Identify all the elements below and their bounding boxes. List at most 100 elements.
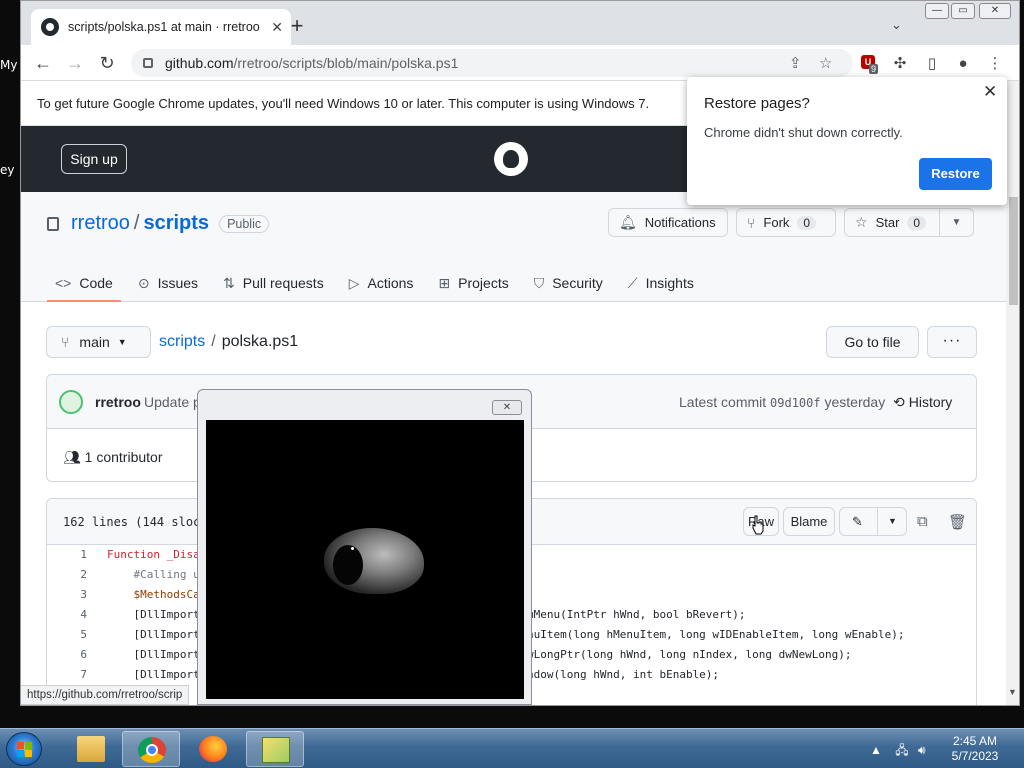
blame-button[interactable]: Blame <box>783 507 835 536</box>
tab-issues[interactable]: ⊙ Issues <box>130 264 206 302</box>
breadcrumb-folder-link[interactable]: scripts <box>159 333 205 350</box>
new-tab-button[interactable]: + <box>283 12 311 40</box>
network-icon[interactable]: 🖧︎ <box>895 743 908 757</box>
browser-tab[interactable]: scripts/polska.ps1 at main · rretroo ✕ <box>31 9 291 45</box>
scroll-down-arrow-icon[interactable]: ▼ <box>1008 687 1017 697</box>
tab-code[interactable]: <> Code <box>47 264 121 302</box>
maximize-button[interactable]: ▭ <box>951 3 975 19</box>
breadcrumb-separator: / <box>211 333 216 350</box>
restore-pages-dialog: Restore pages? Chrome didn't shut down c… <box>687 77 1007 205</box>
tab-title: scripts/polska.ps1 at main · rretroo <box>68 20 260 34</box>
bell-icon: 🔔︎ <box>619 214 637 230</box>
show-hidden-icons-icon[interactable]: ▲ <box>870 743 882 757</box>
line-number[interactable]: 5 <box>47 625 87 645</box>
github-favicon-icon <box>41 18 59 36</box>
firefox-icon <box>199 736 227 762</box>
commit-message[interactable]: Update p <box>144 394 201 410</box>
taskbar-app-active[interactable] <box>246 731 304 767</box>
visibility-badge: Public <box>219 214 270 233</box>
line-number[interactable]: 2 <box>47 565 87 585</box>
history-link[interactable]: ⟲ History <box>893 394 952 411</box>
floating-video-window[interactable]: ✕ <box>197 389 532 705</box>
line-number[interactable]: 7 <box>47 665 87 685</box>
shield-icon: ⛉ <box>533 274 545 291</box>
address-bar[interactable]: github.com/rretroo/scripts/blob/main/pol… <box>131 49 853 77</box>
tab-security[interactable]: ⛉ Security <box>526 264 611 302</box>
bookmark-star-icon[interactable]: ☆ <box>819 54 832 72</box>
line-number[interactable]: 4 <box>47 605 87 625</box>
trash-icon[interactable]: 🗑︎ <box>948 513 967 531</box>
tab-actions[interactable]: ▷ Actions <box>341 264 422 302</box>
tab-close-icon[interactable]: ✕ <box>271 19 283 36</box>
tab-insights[interactable]: ⟋ Insights <box>620 264 702 302</box>
github-logo-icon[interactable] <box>494 142 528 176</box>
copy-icon[interactable]: ⧉ <box>917 513 928 530</box>
minimize-button[interactable]: — <box>925 3 949 19</box>
extension-badge: 9 <box>869 64 879 74</box>
edit-button-group[interactable]: ✎ ▼ <box>839 507 907 536</box>
start-button[interactable] <box>6 732 42 766</box>
chevron-down-icon: ▼ <box>117 337 127 347</box>
tab-projects[interactable]: ⊞ Projects <box>430 264 516 302</box>
window-close-button[interactable]: ✕ <box>979 3 1011 19</box>
close-icon[interactable]: ✕ <box>983 82 997 102</box>
restore-button[interactable]: Restore <box>919 158 992 190</box>
taskbar-explorer[interactable] <box>62 731 120 767</box>
pencil-icon[interactable]: ✎ <box>852 508 863 535</box>
scrollbar-thumb[interactable] <box>1009 197 1018 305</box>
sign-up-button[interactable]: Sign up <box>61 144 127 174</box>
repo-title-separator: / <box>133 212 140 234</box>
back-arrow-icon[interactable]: ← <box>31 51 55 75</box>
branch-selector[interactable]: ⑂ main ▼ <box>46 326 151 358</box>
hand-cursor-icon <box>752 515 764 535</box>
share-icon[interactable]: ⇪ <box>789 54 802 72</box>
star-button[interactable]: ☆ Star 0 ▼ <box>844 208 974 237</box>
fork-icon: ⑂ <box>747 214 756 231</box>
profile-avatar-icon[interactable]: ● <box>952 53 974 75</box>
close-icon[interactable]: ✕ <box>492 400 522 415</box>
line-number[interactable]: 1 <box>47 545 87 565</box>
page-scrollbar[interactable]: ▼ <box>1006 81 1019 705</box>
contributors-link[interactable]: 👥︎ 1 contributor <box>63 449 163 466</box>
forward-arrow-icon[interactable]: → <box>63 51 87 75</box>
line-number[interactable]: 3 <box>47 585 87 605</box>
notifications-button[interactable]: 🔔︎ Notifications <box>608 208 728 237</box>
edit-dropdown-chevron-icon[interactable]: ▼ <box>877 508 907 535</box>
code-text: [DllImport <box>107 628 200 641</box>
code-text: mMenu(IntPtr hWnd, bool bRevert); <box>527 608 746 621</box>
tab-pull-requests[interactable]: ⇅ Pull requests <box>215 264 332 302</box>
browser-toolbar: ← → ↻ github.com/rretroo/scripts/blob/ma… <box>21 45 1019 81</box>
tab-search-chevron-icon[interactable]: ⌄ <box>891 17 902 33</box>
breadcrumb-file: polska.ps1 <box>221 333 299 350</box>
clock-date: 5/7/2023 <box>951 749 999 763</box>
star-label: Star <box>875 215 900 230</box>
repo-owner-link[interactable]: rretroo <box>71 212 130 235</box>
folder-icon <box>77 736 105 762</box>
fork-button[interactable]: ⑂ Fork 0 <box>736 208 836 237</box>
star-dropdown-chevron-icon[interactable]: ▼ <box>939 209 973 236</box>
branch-name: main <box>79 334 110 350</box>
volume-icon[interactable]: 🔊︎ <box>918 743 926 757</box>
extensions-puzzle-icon[interactable]: ✣ <box>889 53 911 75</box>
taskbar-chrome[interactable] <box>122 731 180 767</box>
code-text: Function _Disa <box>107 548 200 561</box>
commit-author-link[interactable]: rretroo <box>95 394 141 410</box>
clock-time: 2:45 AM <box>952 734 998 748</box>
lock-icon <box>143 58 153 68</box>
reload-icon[interactable]: ↻ <box>95 51 119 75</box>
side-panel-icon[interactable]: ▯ <box>921 53 943 75</box>
menu-kebab-icon[interactable]: ⋮ <box>984 53 1006 75</box>
latest-commit-info: Latest commit 09d100f yesterday <box>679 394 886 410</box>
commit-sha-link[interactable]: 09d100f <box>770 396 821 410</box>
taskbar-firefox[interactable] <box>184 731 242 767</box>
system-clock[interactable]: 2:45 AM 5/7/2023 <box>940 734 1010 764</box>
avatar[interactable] <box>59 390 83 414</box>
taskbar: ▲ 🖧︎ 🔊︎ 2:45 AM 5/7/2023 <box>0 728 1024 768</box>
file-line-count: 162 lines (144 sloc) <box>63 515 208 529</box>
go-to-file-button[interactable]: Go to file <box>826 326 919 358</box>
more-options-button[interactable]: ··· <box>927 326 977 358</box>
url-text: github.com/rretroo/scripts/blob/main/pol… <box>165 55 459 71</box>
repo-name-link[interactable]: scripts <box>143 212 209 235</box>
system-tray: ▲ 🖧︎ 🔊︎ <box>870 741 926 762</box>
line-number[interactable]: 6 <box>47 645 87 665</box>
